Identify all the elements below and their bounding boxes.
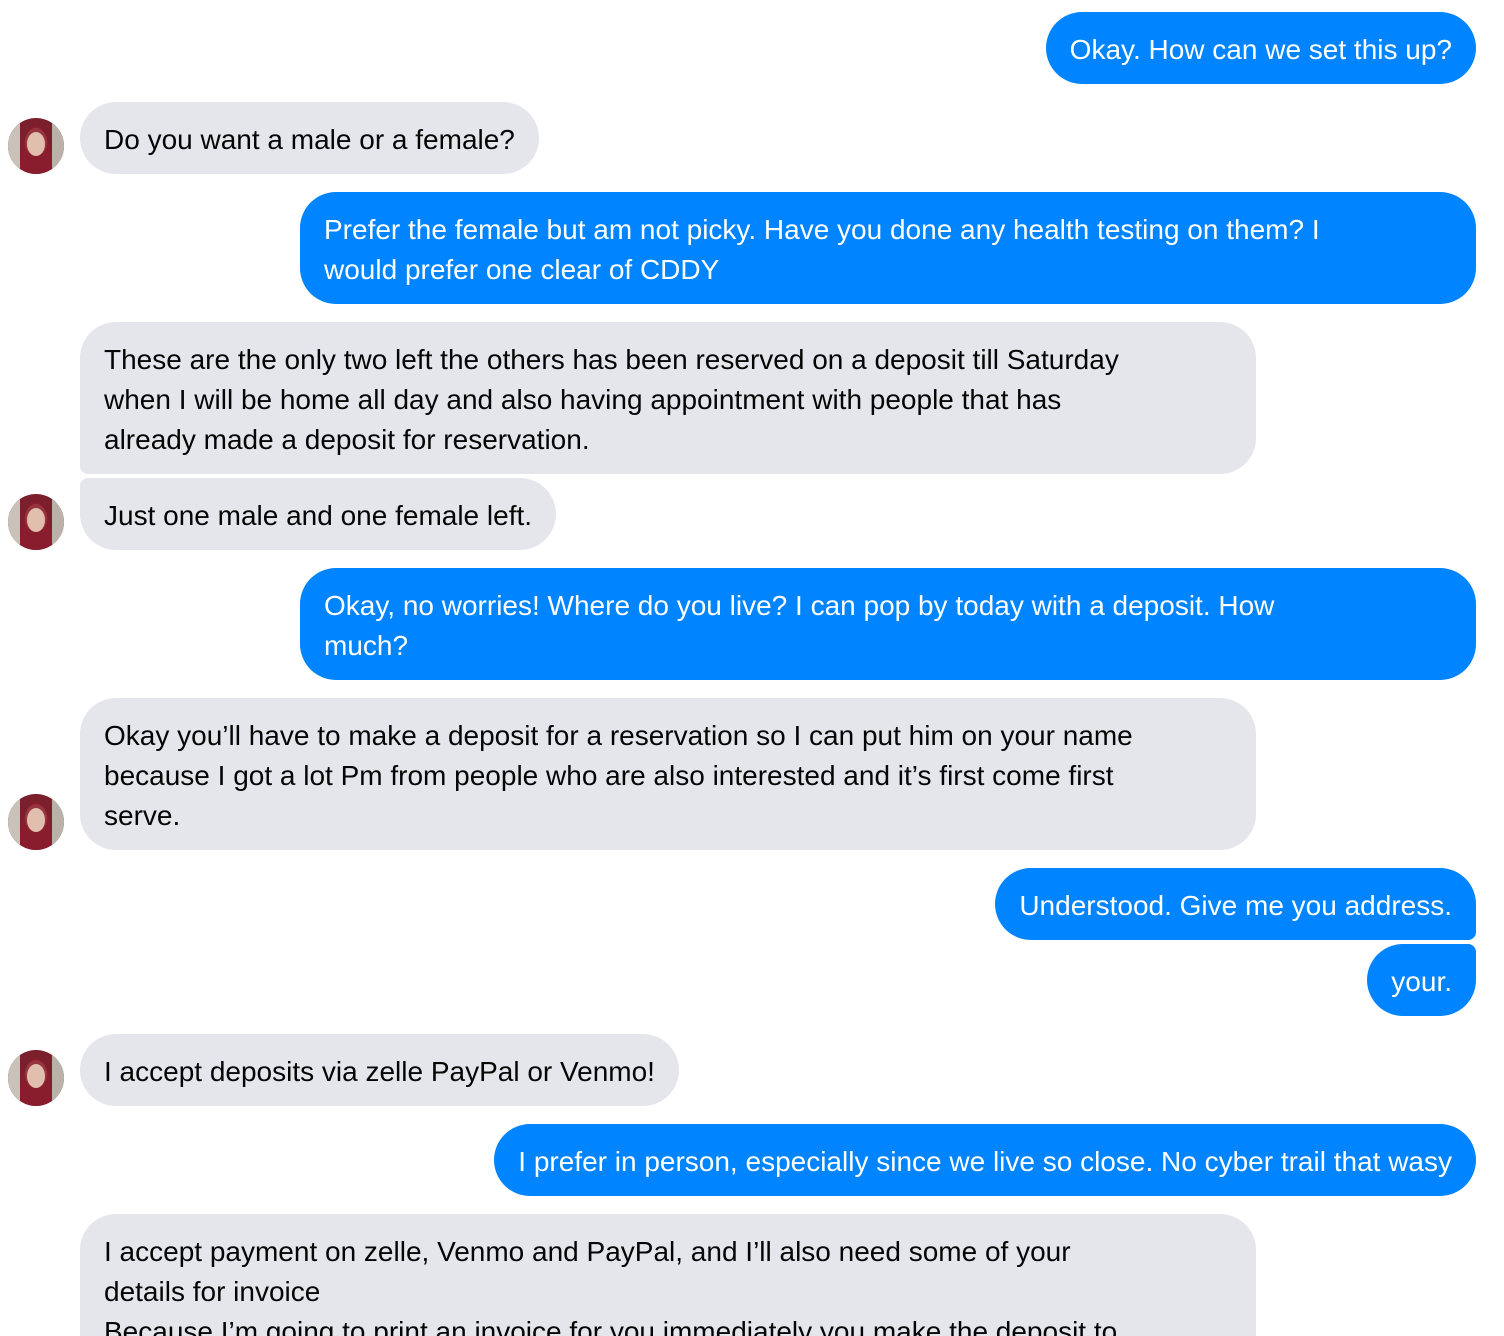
avatar-photo-icon xyxy=(8,1050,64,1106)
message-thread: Okay. How can we set this up? Do you wan… xyxy=(0,0,1504,1336)
incoming-message[interactable]: These are the only two left the others h… xyxy=(80,322,1256,474)
avatar-photo-icon xyxy=(8,118,64,174)
incoming-message[interactable]: Okay you’ll have to make a deposit for a… xyxy=(80,698,1256,850)
outgoing-message[interactable]: Okay, no worries! Where do you live? I c… xyxy=(300,568,1476,680)
incoming-message[interactable]: I accept deposits via zelle PayPal or Ve… xyxy=(80,1034,679,1106)
contact-avatar[interactable] xyxy=(8,494,64,550)
contact-avatar[interactable] xyxy=(8,794,64,850)
outgoing-message[interactable]: Prefer the female but am not picky. Have… xyxy=(300,192,1476,304)
incoming-message[interactable]: Do you want a male or a female? xyxy=(80,102,539,174)
incoming-message[interactable]: Just one male and one female left. xyxy=(80,478,557,550)
outgoing-message[interactable]: Understood. Give me you address. xyxy=(995,868,1476,940)
outgoing-message[interactable]: Okay. How can we set this up? xyxy=(1045,12,1476,84)
avatar-photo-icon xyxy=(8,494,64,550)
avatar-photo-icon xyxy=(8,794,64,850)
outgoing-message[interactable]: your. xyxy=(1367,944,1476,1016)
contact-avatar[interactable] xyxy=(8,118,64,174)
contact-avatar[interactable] xyxy=(8,1050,64,1106)
outgoing-message[interactable]: I prefer in person, especially since we … xyxy=(494,1124,1476,1196)
incoming-message[interactable]: I accept payment on zelle, Venmo and Pay… xyxy=(80,1214,1256,1336)
